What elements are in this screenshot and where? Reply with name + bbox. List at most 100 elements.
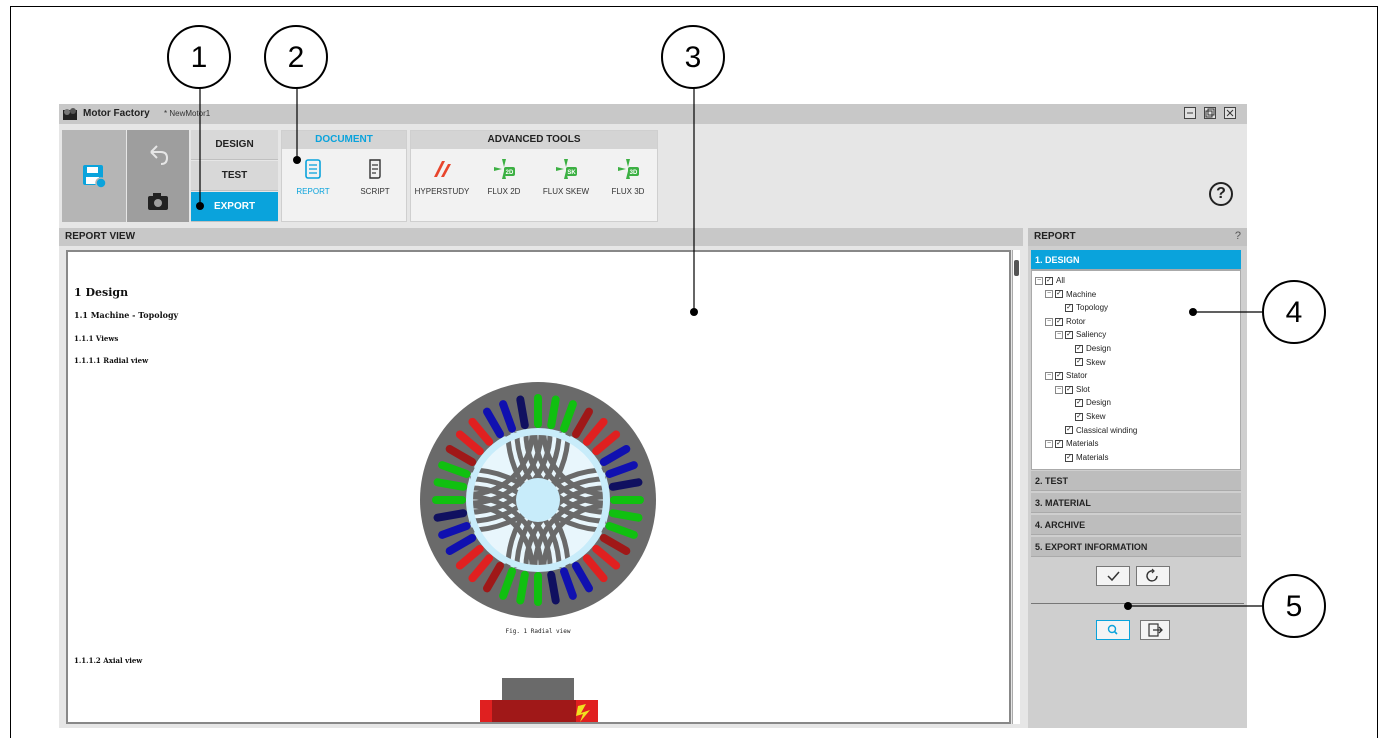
help-button[interactable]: ? bbox=[1209, 182, 1233, 206]
hyperstudy-label: HYPERSTUDY bbox=[414, 187, 470, 196]
snapshot-button[interactable] bbox=[127, 182, 189, 222]
tree-item[interactable]: ✓ Classical winding bbox=[1065, 425, 1137, 437]
mode-export-button[interactable]: EXPORT bbox=[191, 192, 278, 222]
script-icon bbox=[369, 159, 381, 179]
tree-item[interactable]: − ✓ Saliency bbox=[1055, 329, 1106, 341]
script-tool-label: SCRIPT bbox=[360, 187, 390, 196]
document-group: DOCUMENT REPORT SCRIPT bbox=[281, 130, 407, 222]
checkbox-checked[interactable]: ✓ bbox=[1055, 440, 1063, 449]
tree-item[interactable]: ✓ Skew bbox=[1075, 411, 1106, 423]
mode-test-button[interactable]: TEST bbox=[191, 161, 278, 191]
tree-item[interactable]: − ✓ Materials bbox=[1045, 438, 1098, 450]
section-design[interactable]: 1. DESIGN bbox=[1031, 250, 1241, 270]
restore-button[interactable] bbox=[1204, 107, 1216, 119]
collapse-icon[interactable]: − bbox=[1055, 331, 1063, 340]
tree-item[interactable]: ✓ Design bbox=[1075, 343, 1111, 355]
tree-item-label: Saliency bbox=[1076, 330, 1107, 340]
tree-item[interactable]: ✓ Materials bbox=[1065, 452, 1108, 464]
ribbon: DESIGN TEST EXPORT DOCUMENT REPORT SCRIP… bbox=[59, 124, 1247, 226]
script-tool-button[interactable]: SCRIPT bbox=[344, 157, 406, 196]
collapse-icon[interactable]: − bbox=[1035, 276, 1043, 285]
checkbox-checked[interactable]: ✓ bbox=[1065, 385, 1073, 394]
report-tool-label: REPORT bbox=[296, 187, 330, 196]
tree-item-label: Slot bbox=[1076, 384, 1090, 394]
heading-machine-topology: 1.1 Machine - Topology bbox=[74, 310, 179, 320]
scrollbar-thumb[interactable] bbox=[1014, 260, 1019, 276]
flux-3d-label: FLUX 3D bbox=[611, 187, 645, 196]
tree-item-label: Machine bbox=[1066, 289, 1097, 299]
report-settings-panel: REPORT ? 1. DESIGN − ✓ All − ✓ Machine ✓ Topolo… bbox=[1028, 228, 1247, 728]
section-test[interactable]: 2. TEST bbox=[1031, 471, 1241, 491]
checkbox-checked[interactable]: ✓ bbox=[1055, 317, 1063, 326]
flux-skew-icon: SK bbox=[556, 159, 577, 179]
flux-skew-label: FLUX SKEW bbox=[542, 187, 590, 196]
undo-button[interactable] bbox=[127, 130, 189, 182]
preview-button[interactable] bbox=[1096, 620, 1130, 640]
collapse-icon[interactable]: − bbox=[1055, 385, 1063, 394]
flux-skew-button[interactable]: SK FLUX SKEW bbox=[535, 157, 597, 196]
report-document[interactable]: 1 Design 1.1 Machine - Topology 1.1.1 Vi… bbox=[66, 250, 1011, 724]
collapse-icon[interactable]: − bbox=[1045, 290, 1053, 299]
collapse-icon[interactable]: − bbox=[1045, 440, 1053, 449]
checkbox-checked[interactable]: ✓ bbox=[1065, 331, 1073, 340]
tree-item-label: Skew bbox=[1086, 357, 1106, 367]
reset-button[interactable] bbox=[1136, 566, 1170, 586]
tree-item[interactable]: ✓ Design bbox=[1075, 397, 1111, 409]
checkbox-checked[interactable]: ✓ bbox=[1065, 426, 1073, 435]
save-icon bbox=[83, 165, 107, 189]
winding-slot bbox=[516, 395, 529, 430]
advanced-tools-title: ADVANCED TOOLS bbox=[411, 131, 657, 149]
callout-1: 1 bbox=[167, 25, 231, 89]
checkbox-checked[interactable]: ✓ bbox=[1045, 276, 1053, 285]
section-export-information[interactable]: 5. EXPORT INFORMATION bbox=[1031, 537, 1241, 557]
collapse-icon[interactable]: − bbox=[1045, 317, 1053, 326]
close-button[interactable] bbox=[1224, 107, 1236, 119]
app-name: Motor Factory bbox=[83, 108, 150, 119]
minimize-button[interactable] bbox=[1184, 107, 1196, 119]
apply-button[interactable] bbox=[1096, 566, 1130, 586]
shaft bbox=[516, 478, 560, 522]
document-group-title: DOCUMENT bbox=[282, 131, 406, 149]
tree-item[interactable]: − ✓ All bbox=[1035, 275, 1065, 287]
flux-3d-button[interactable]: 3D FLUX 3D bbox=[597, 157, 659, 196]
tree-item[interactable]: ✓ Topology bbox=[1065, 302, 1108, 314]
winding-slot bbox=[608, 509, 643, 522]
checkbox-checked[interactable]: ✓ bbox=[1075, 399, 1083, 408]
save-button[interactable] bbox=[62, 130, 126, 222]
checkbox-checked[interactable]: ✓ bbox=[1075, 344, 1083, 353]
flux-3d-badge: 3D bbox=[630, 170, 638, 176]
app-logo-icon bbox=[63, 108, 77, 120]
checkbox-checked[interactable]: ✓ bbox=[1075, 412, 1083, 421]
checkbox-checked[interactable]: ✓ bbox=[1065, 304, 1073, 313]
report-panel-help[interactable]: ? bbox=[1235, 230, 1241, 242]
hyperstudy-icon bbox=[434, 161, 451, 177]
winding-slot bbox=[547, 395, 560, 430]
checkbox-checked[interactable]: ✓ bbox=[1065, 453, 1073, 462]
export-report-button[interactable] bbox=[1140, 620, 1170, 640]
tree-item-label: Design bbox=[1086, 344, 1111, 353]
heading-axial-view: 1.1.1.2 Axial view bbox=[74, 656, 143, 665]
flux-2d-icon: 2D bbox=[494, 159, 515, 179]
report-icon bbox=[305, 159, 321, 179]
minimize-icon bbox=[1187, 112, 1193, 114]
export-icon bbox=[1148, 623, 1163, 637]
tree-item[interactable]: − ✓ Rotor bbox=[1045, 316, 1086, 328]
flux-3d-icon: 3D bbox=[618, 159, 639, 179]
checkbox-checked[interactable]: ✓ bbox=[1055, 372, 1063, 381]
section-material[interactable]: 3. MATERIAL bbox=[1031, 493, 1241, 513]
collapse-icon[interactable]: − bbox=[1045, 372, 1053, 381]
flux-2d-button[interactable]: 2D FLUX 2D bbox=[473, 157, 535, 196]
checkbox-checked[interactable]: ✓ bbox=[1075, 358, 1083, 367]
report-scrollbar[interactable] bbox=[1012, 250, 1020, 724]
tree-item[interactable]: − ✓ Machine bbox=[1045, 289, 1096, 301]
section-archive[interactable]: 4. ARCHIVE bbox=[1031, 515, 1241, 535]
tree-item[interactable]: − ✓ Slot bbox=[1055, 384, 1090, 396]
hyperstudy-button[interactable]: HYPERSTUDY bbox=[411, 157, 473, 196]
tree-item[interactable]: − ✓ Stator bbox=[1045, 370, 1087, 382]
tree-item[interactable]: ✓ Skew bbox=[1075, 357, 1106, 369]
heading-views: 1.1.1 Views bbox=[74, 334, 119, 343]
camera-icon bbox=[148, 193, 168, 210]
checkbox-checked[interactable]: ✓ bbox=[1055, 290, 1063, 299]
mode-design-button[interactable]: DESIGN bbox=[191, 130, 278, 160]
report-tool-button[interactable]: REPORT bbox=[282, 157, 344, 196]
